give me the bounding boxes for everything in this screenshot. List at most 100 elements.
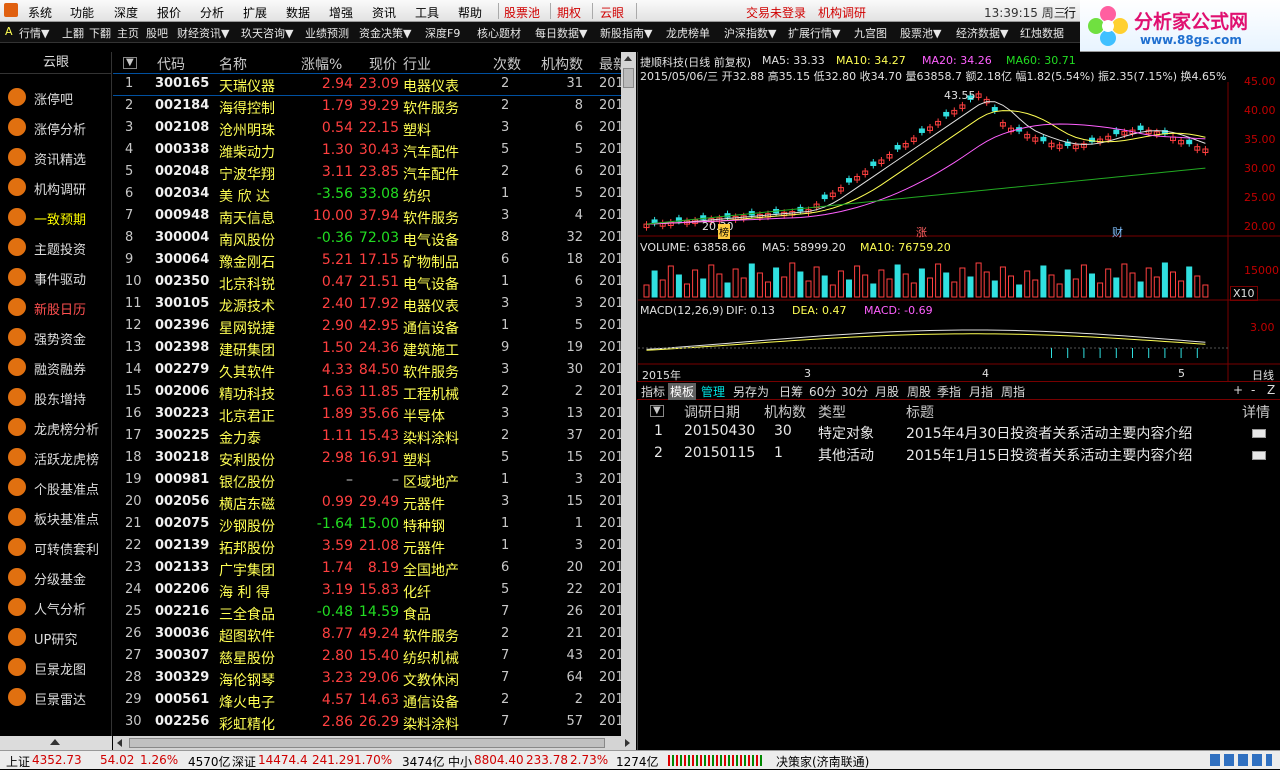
table-row[interactable]: 7 000948 南天信息 10.00 37.94 软件服务 3 4 201 [113,206,621,228]
col-orgs[interactable]: 机构数 [541,54,583,74]
menu-depth[interactable]: 深度 [114,4,138,21]
table-row[interactable]: 11 300105 龙源技术 2.40 17.92 电器仪表 3 3 201 [113,294,621,316]
table-row[interactable]: 16 300223 北京君正 1.89 35.66 半导体 3 13 201 [113,404,621,426]
table-row[interactable]: 6 002034 美 欣 达 -3.56 33.08 纺织 1 5 201 [113,184,621,206]
col-change[interactable]: 涨幅% [301,54,342,74]
app-icon[interactable] [4,3,18,17]
sidebar-item[interactable]: 主题投资 [0,232,112,262]
marker-finance[interactable]: 财 [1112,224,1123,240]
col-title[interactable]: 标题 [906,402,934,422]
menu-enhance[interactable]: 增强 [329,4,353,21]
menu-extend[interactable]: 扩展 [243,4,267,21]
table-row[interactable]: 30 002256 彩虹精化 2.86 26.29 染料涂料 7 57 201 [113,712,621,734]
sidebar-item[interactable]: 活跃龙虎榜 [0,442,112,472]
zx-label[interactable]: 中小 [448,753,472,770]
menu-options[interactable]: 期权 [557,4,581,21]
menu-research[interactable]: 机构调研 [818,4,866,21]
toolbar-depth-f9[interactable]: 深度F9 [425,25,460,41]
table-hscroll[interactable] [113,736,636,750]
table-row[interactable]: 15 002006 精功科技 1.63 11.85 工程机械 2 2 201 [113,382,621,404]
toolbar-ext-quote[interactable]: 扩展行情▼ [788,25,840,41]
tab-season-index[interactable]: 季指 [935,383,963,400]
sh-label[interactable]: 上证 [6,753,30,770]
col-type[interactable]: 类型 [818,402,846,422]
table-row[interactable]: 5 002048 宁波华翔 3.11 23.85 汽车配件 2 6 201 [113,162,621,184]
sidebar-item[interactable]: 个股基准点 [0,472,112,502]
detail-sort-icon[interactable]: ▼ [650,405,664,417]
toolbar-candle-data[interactable]: 红烛数据 [1020,25,1064,41]
sidebar-item[interactable]: 人气分析 [0,592,112,622]
sidebar-item[interactable]: 资讯精选 [0,142,112,172]
table-row[interactable]: 8 300004 南风股份 -0.36 72.03 电气设备 8 32 201 [113,228,621,250]
table-row[interactable]: 25 002216 三全食品 -0.48 14.59 食品 7 26 201 [113,602,621,624]
detail-row[interactable]: 1 20150430 30 特定对象 2015年4月30日投资者关系活动主要内容介绍 [638,422,1280,444]
toolbar-dragon-list[interactable]: 龙虎榜单 [666,25,710,41]
toolbar-a[interactable]: A [5,25,13,38]
table-row[interactable]: 22 002139 拓邦股份 3.59 21.08 元器件 1 3 201 [113,536,621,558]
mail-icon[interactable] [1252,429,1266,438]
table-row[interactable]: 20 002056 横店东磁 0.99 29.49 元器件 3 15 201 [113,492,621,514]
tab-week-stock[interactable]: 周股 [905,383,933,400]
scroll-thumb[interactable] [623,68,634,88]
tab-manage[interactable]: 管理 [699,383,727,400]
toolbar-page-up[interactable]: 上翻 [62,25,84,41]
table-row[interactable]: 4 000338 潍柴动力 1.30 30.43 汽车配件 5 5 201 [113,140,621,162]
menu-data[interactable]: 数据 [286,4,310,21]
tab-save-as[interactable]: 另存为 [731,383,771,400]
toolbar-finance-news[interactable]: 财经资讯▼ [177,25,229,41]
menu-tools[interactable]: 工具 [415,4,439,21]
menu-analysis[interactable]: 分析 [200,4,224,21]
table-row[interactable]: 26 300036 超图软件 8.77 49.24 软件服务 2 21 201 [113,624,621,646]
sidebar-item[interactable]: 巨景龙图 [0,652,112,682]
sidebar-item[interactable]: 巨景雷达 [0,682,112,712]
table-row[interactable]: 3 002108 沧州明珠 0.54 22.15 塑料 3 6 201 [113,118,621,140]
toolbar-ipo-guide[interactable]: 新股指南▼ [600,25,652,41]
scroll-right-icon[interactable] [625,739,630,747]
toolbar-daily-data[interactable]: 每日数据▼ [535,25,587,41]
table-row[interactable]: 27 300307 慈星股份 2.80 15.40 纺织机械 7 43 201 [113,646,621,668]
hscroll-thumb[interactable] [129,738,605,748]
table-row[interactable]: 18 300218 安利股份 2.98 16.91 塑料 5 15 201 [113,448,621,470]
sidebar-item[interactable]: 可转债套利 [0,532,112,562]
toolbar-nine-grid[interactable]: 九宫图 [854,25,887,41]
table-row[interactable]: 17 300225 金力泰 1.11 15.43 染料涂料 2 37 201 [113,426,621,448]
tab-indicator[interactable]: 指标 [639,383,667,400]
sidebar-item[interactable]: 股东增持 [0,382,112,412]
scroll-up-icon[interactable] [50,739,60,745]
table-vscroll[interactable] [621,52,636,736]
col-detail[interactable]: 详情 [1242,402,1270,422]
menu-cloud-eye[interactable]: 云眼 [600,4,624,21]
table-row[interactable]: 19 000981 银亿股份 – – 区域地产 1 3 201 [113,470,621,492]
table-row[interactable]: 29 000561 烽火电子 4.57 14.63 通信设备 2 2 201 [113,690,621,712]
sort-icon[interactable]: ▼ [123,57,137,69]
col-price[interactable]: 现价 [369,54,397,74]
menu-system[interactable]: 系统 [28,4,52,21]
toolbar-page-down[interactable]: 下翻 [89,25,111,41]
sidebar-item[interactable]: 一致预期 [0,202,112,232]
toolbar-earnings[interactable]: 业绩预测 [305,25,349,41]
col-latest[interactable]: 最新 [599,54,621,74]
sidebar-item[interactable]: 分级基金 [0,562,112,592]
table-row[interactable]: 21 002075 沙钢股份 -1.64 15.00 特种钢 1 1 201 [113,514,621,536]
scroll-left-icon[interactable] [117,739,122,747]
menu-help[interactable]: 帮助 [458,4,482,21]
marker-list[interactable]: 榜 [718,224,730,239]
col-industry[interactable]: 行业 [403,54,431,74]
kline-chart[interactable]: 捷顺科技(日线 前复权) MA5: 33.33 MA10: 34.27 MA20… [637,52,1280,382]
table-row[interactable]: 23 002133 广宇集团 1.74 8.19 全国地产 6 20 201 [113,558,621,580]
tab-30min[interactable]: 30分 [839,383,870,400]
table-row[interactable]: 2 002184 海得控制 1.79 39.29 软件服务 2 8 201 [113,96,621,118]
toolbar-capital[interactable]: 资金决策▼ [359,25,411,41]
table-row[interactable]: 28 300329 海伦钢琴 3.23 29.06 文教休闲 7 64 201 [113,668,621,690]
detail-row[interactable]: 2 20150115 1 其他活动 2015年1月15日投资者关系活动主要内容介绍 [638,444,1280,466]
status-icons[interactable] [1210,754,1272,766]
sidebar-item[interactable]: 强势资金 [0,322,112,352]
table-row[interactable]: 13 002398 建研集团 1.50 24.36 建筑施工 9 19 201 [113,338,621,360]
table-row[interactable]: 9 300064 豫金刚石 5.21 17.15 矿物制品 6 18 201 [113,250,621,272]
menu-quote[interactable]: 报价 [157,4,181,21]
menu-function[interactable]: 功能 [70,4,94,21]
toolbar-forum[interactable]: 股吧 [146,25,168,41]
zoom-reset-button[interactable]: Z [1265,383,1277,397]
tab-day-chip[interactable]: 日筹 [777,383,805,400]
sidebar-item[interactable]: 新股日历 [0,292,112,322]
